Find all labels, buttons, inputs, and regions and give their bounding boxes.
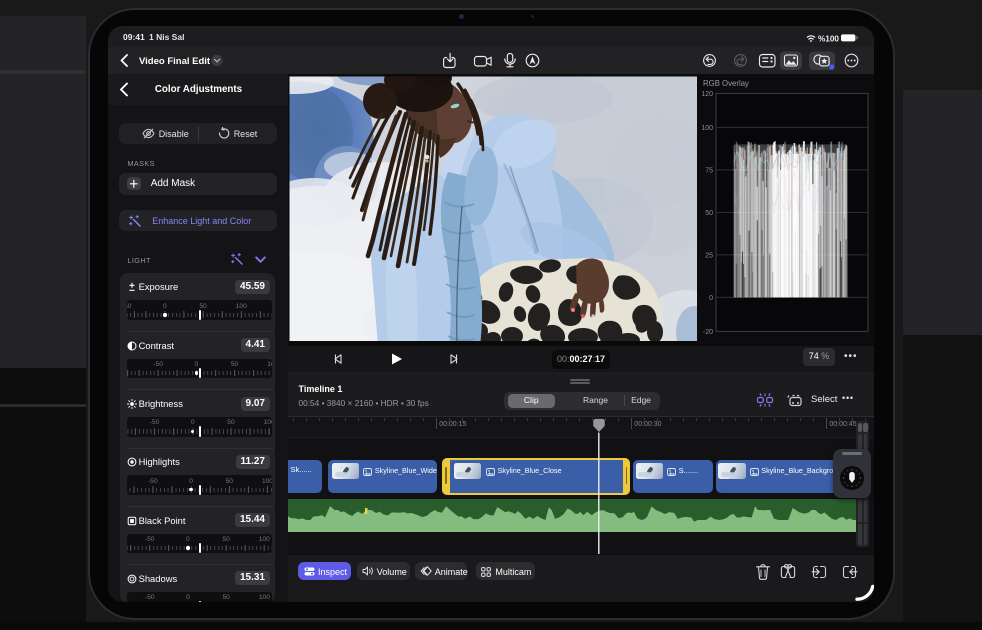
svg-text:0: 0 bbox=[709, 295, 713, 302]
svg-text:25: 25 bbox=[705, 252, 713, 259]
svg-text:%100: %100 bbox=[818, 34, 839, 43]
svg-text:100: 100 bbox=[701, 125, 713, 132]
svg-text:120: 120 bbox=[701, 91, 713, 98]
svg-text:50: 50 bbox=[705, 210, 713, 217]
svg-text:Video Final Edit: Video Final Edit bbox=[139, 56, 211, 67]
svg-text:75: 75 bbox=[705, 167, 713, 174]
svg-text:-20: -20 bbox=[703, 329, 713, 336]
